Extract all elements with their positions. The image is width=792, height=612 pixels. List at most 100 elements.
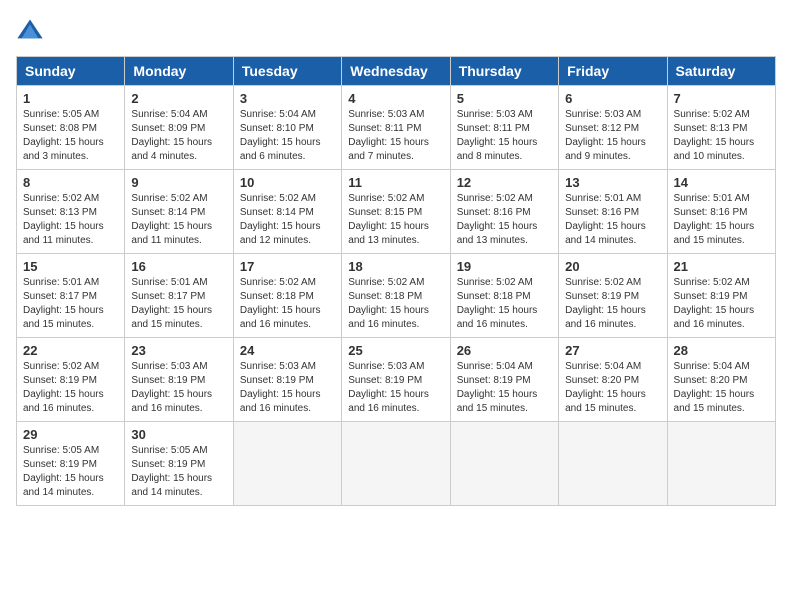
day-number: 16	[131, 259, 226, 274]
sunrise-text: Sunrise: 5:02 AM	[674, 109, 750, 120]
day-info: Sunrise: 5:02 AM Sunset: 8:19 PM Dayligh…	[23, 360, 118, 416]
sunset-text: Sunset: 8:16 PM	[565, 207, 639, 218]
calendar-day-cell: 9 Sunrise: 5:02 AM Sunset: 8:14 PM Dayli…	[125, 170, 233, 254]
calendar-day-cell	[233, 422, 341, 506]
day-info: Sunrise: 5:02 AM Sunset: 8:13 PM Dayligh…	[23, 192, 118, 248]
day-number: 17	[240, 259, 335, 274]
daylight-text: Daylight: 15 hours and 15 minutes.	[131, 305, 212, 330]
day-number: 4	[348, 91, 443, 106]
sunset-text: Sunset: 8:08 PM	[23, 123, 97, 134]
calendar-day-cell: 20 Sunrise: 5:02 AM Sunset: 8:19 PM Dayl…	[559, 254, 667, 338]
weekday-header-saturday: Saturday	[667, 57, 775, 86]
daylight-text: Daylight: 15 hours and 11 minutes.	[131, 221, 212, 246]
day-number: 3	[240, 91, 335, 106]
sunrise-text: Sunrise: 5:03 AM	[457, 109, 533, 120]
sunrise-text: Sunrise: 5:05 AM	[131, 445, 207, 456]
page-container: SundayMondayTuesdayWednesdayThursdayFrid…	[16, 16, 776, 506]
sunset-text: Sunset: 8:14 PM	[240, 207, 314, 218]
sunrise-text: Sunrise: 5:05 AM	[23, 109, 99, 120]
sunrise-text: Sunrise: 5:02 AM	[565, 277, 641, 288]
day-number: 22	[23, 343, 118, 358]
calendar-day-cell: 10 Sunrise: 5:02 AM Sunset: 8:14 PM Dayl…	[233, 170, 341, 254]
sunrise-text: Sunrise: 5:04 AM	[240, 109, 316, 120]
day-info: Sunrise: 5:02 AM Sunset: 8:18 PM Dayligh…	[348, 276, 443, 332]
daylight-text: Daylight: 15 hours and 16 minutes.	[565, 305, 646, 330]
day-number: 28	[674, 343, 769, 358]
day-number: 21	[674, 259, 769, 274]
sunrise-text: Sunrise: 5:02 AM	[348, 277, 424, 288]
daylight-text: Daylight: 15 hours and 6 minutes.	[240, 137, 321, 162]
sunrise-text: Sunrise: 5:03 AM	[348, 109, 424, 120]
sunrise-text: Sunrise: 5:02 AM	[240, 193, 316, 204]
sunset-text: Sunset: 8:13 PM	[23, 207, 97, 218]
sunset-text: Sunset: 8:19 PM	[23, 375, 97, 386]
logo	[16, 16, 48, 44]
day-number: 9	[131, 175, 226, 190]
sunrise-text: Sunrise: 5:02 AM	[23, 361, 99, 372]
daylight-text: Daylight: 15 hours and 15 minutes.	[23, 305, 104, 330]
day-number: 6	[565, 91, 660, 106]
day-number: 1	[23, 91, 118, 106]
daylight-text: Daylight: 15 hours and 15 minutes.	[674, 221, 755, 246]
day-info: Sunrise: 5:05 AM Sunset: 8:19 PM Dayligh…	[131, 444, 226, 500]
calendar-day-cell	[667, 422, 775, 506]
day-number: 25	[348, 343, 443, 358]
day-info: Sunrise: 5:03 AM Sunset: 8:19 PM Dayligh…	[348, 360, 443, 416]
calendar-day-cell: 19 Sunrise: 5:02 AM Sunset: 8:18 PM Dayl…	[450, 254, 558, 338]
calendar-day-cell: 21 Sunrise: 5:02 AM Sunset: 8:19 PM Dayl…	[667, 254, 775, 338]
daylight-text: Daylight: 15 hours and 16 minutes.	[131, 389, 212, 414]
day-number: 15	[23, 259, 118, 274]
daylight-text: Daylight: 15 hours and 16 minutes.	[348, 389, 429, 414]
calendar-day-cell: 2 Sunrise: 5:04 AM Sunset: 8:09 PM Dayli…	[125, 86, 233, 170]
sunset-text: Sunset: 8:18 PM	[240, 291, 314, 302]
day-number: 23	[131, 343, 226, 358]
sunset-text: Sunset: 8:09 PM	[131, 123, 205, 134]
day-info: Sunrise: 5:04 AM Sunset: 8:19 PM Dayligh…	[457, 360, 552, 416]
day-info: Sunrise: 5:02 AM Sunset: 8:14 PM Dayligh…	[240, 192, 335, 248]
day-info: Sunrise: 5:02 AM Sunset: 8:13 PM Dayligh…	[674, 108, 769, 164]
daylight-text: Daylight: 15 hours and 16 minutes.	[348, 305, 429, 330]
sunset-text: Sunset: 8:17 PM	[131, 291, 205, 302]
sunset-text: Sunset: 8:18 PM	[457, 291, 531, 302]
daylight-text: Daylight: 15 hours and 16 minutes.	[240, 389, 321, 414]
sunrise-text: Sunrise: 5:04 AM	[674, 361, 750, 372]
calendar-day-cell: 14 Sunrise: 5:01 AM Sunset: 8:16 PM Dayl…	[667, 170, 775, 254]
sunrise-text: Sunrise: 5:01 AM	[565, 193, 641, 204]
day-number: 13	[565, 175, 660, 190]
calendar-day-cell	[559, 422, 667, 506]
logo-icon	[16, 16, 44, 44]
sunrise-text: Sunrise: 5:04 AM	[131, 109, 207, 120]
daylight-text: Daylight: 15 hours and 13 minutes.	[348, 221, 429, 246]
day-info: Sunrise: 5:02 AM Sunset: 8:16 PM Dayligh…	[457, 192, 552, 248]
sunset-text: Sunset: 8:19 PM	[457, 375, 531, 386]
weekday-header-tuesday: Tuesday	[233, 57, 341, 86]
sunset-text: Sunset: 8:19 PM	[240, 375, 314, 386]
calendar-day-cell: 4 Sunrise: 5:03 AM Sunset: 8:11 PM Dayli…	[342, 86, 450, 170]
sunset-text: Sunset: 8:18 PM	[348, 291, 422, 302]
day-number: 26	[457, 343, 552, 358]
day-info: Sunrise: 5:04 AM Sunset: 8:20 PM Dayligh…	[674, 360, 769, 416]
calendar-week-row: 29 Sunrise: 5:05 AM Sunset: 8:19 PM Dayl…	[17, 422, 776, 506]
weekday-header-sunday: Sunday	[17, 57, 125, 86]
day-info: Sunrise: 5:04 AM Sunset: 8:10 PM Dayligh…	[240, 108, 335, 164]
daylight-text: Daylight: 15 hours and 8 minutes.	[457, 137, 538, 162]
sunset-text: Sunset: 8:12 PM	[565, 123, 639, 134]
weekday-header-row: SundayMondayTuesdayWednesdayThursdayFrid…	[17, 57, 776, 86]
sunset-text: Sunset: 8:16 PM	[457, 207, 531, 218]
day-number: 14	[674, 175, 769, 190]
day-info: Sunrise: 5:02 AM Sunset: 8:18 PM Dayligh…	[457, 276, 552, 332]
day-info: Sunrise: 5:03 AM Sunset: 8:12 PM Dayligh…	[565, 108, 660, 164]
day-number: 29	[23, 427, 118, 442]
weekday-header-thursday: Thursday	[450, 57, 558, 86]
calendar-week-row: 8 Sunrise: 5:02 AM Sunset: 8:13 PM Dayli…	[17, 170, 776, 254]
daylight-text: Daylight: 15 hours and 4 minutes.	[131, 137, 212, 162]
calendar: SundayMondayTuesdayWednesdayThursdayFrid…	[16, 56, 776, 506]
sunset-text: Sunset: 8:19 PM	[674, 291, 748, 302]
sunset-text: Sunset: 8:20 PM	[565, 375, 639, 386]
sunrise-text: Sunrise: 5:03 AM	[565, 109, 641, 120]
sunrise-text: Sunrise: 5:01 AM	[674, 193, 750, 204]
daylight-text: Daylight: 15 hours and 14 minutes.	[565, 221, 646, 246]
calendar-day-cell: 5 Sunrise: 5:03 AM Sunset: 8:11 PM Dayli…	[450, 86, 558, 170]
calendar-day-cell: 12 Sunrise: 5:02 AM Sunset: 8:16 PM Dayl…	[450, 170, 558, 254]
calendar-day-cell: 25 Sunrise: 5:03 AM Sunset: 8:19 PM Dayl…	[342, 338, 450, 422]
